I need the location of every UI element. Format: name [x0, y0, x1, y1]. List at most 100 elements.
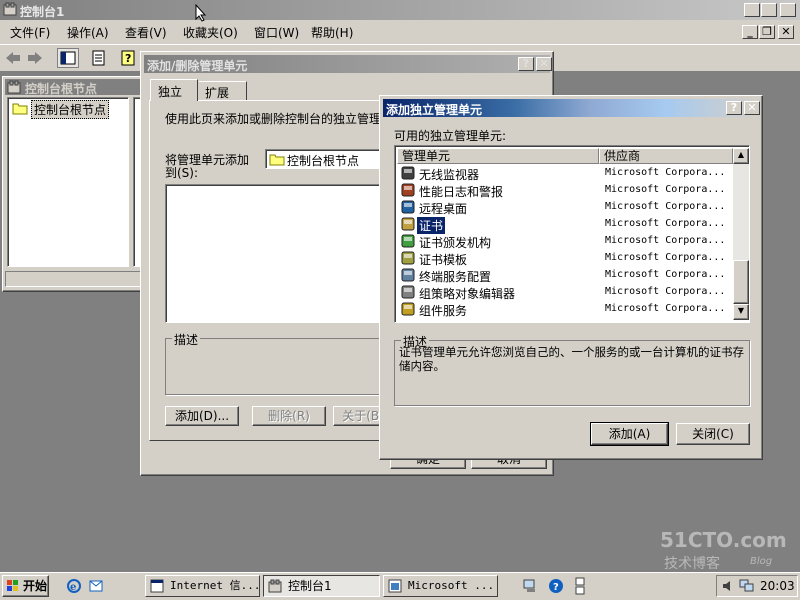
- tab-extensions[interactable]: 扩展: [199, 81, 247, 100]
- add-to-value: 控制台根节点: [287, 154, 360, 168]
- snapin-row[interactable]: 组件服务 Microsoft Corpora...: [397, 301, 733, 318]
- export-list-icon[interactable]: [90, 49, 108, 67]
- certificate-authority-icon: [401, 234, 415, 248]
- menu-view[interactable]: 查看(V): [125, 24, 167, 41]
- system-tray: 20:03: [716, 575, 798, 597]
- menu-action[interactable]: 操作(A): [67, 24, 109, 41]
- snapin-vendor: Microsoft Corpora...: [605, 201, 726, 212]
- tree-window-title: 控制台根节点: [25, 82, 98, 96]
- windows-logo-icon: [6, 579, 20, 593]
- add-standalone-snapin-dialog: 添加独立管理单元 ? ✕ 可用的独立管理单元: 管理单元 供应商 无线监视器 Mi…: [379, 95, 763, 460]
- add-remove-dialog-title-bar[interactable]: 添加/删除管理单元 ? ✕: [144, 55, 552, 73]
- snapin-row[interactable]: 终端服务配置 Microsoft Corpora...: [397, 267, 733, 284]
- scroll-thumb[interactable]: [733, 260, 749, 304]
- console-tree-window: 控制台根节点 控制台根节点: [2, 76, 147, 292]
- snapin-vendor: Microsoft Corpora...: [605, 218, 726, 229]
- tree-root-item[interactable]: 控制台根节点: [31, 100, 110, 119]
- snapin-row[interactable]: 远程桌面 Microsoft Corpora...: [397, 199, 733, 216]
- svg-text:?: ?: [553, 582, 559, 593]
- dialog-close-button[interactable]: ✕: [536, 57, 552, 71]
- close-dialog-button[interactable]: 关闭(C): [676, 423, 750, 445]
- add-to-label-line2: 到(S):: [165, 166, 199, 180]
- snapin-row[interactable]: 证书颁发机构 Microsoft Corpora...: [397, 233, 733, 250]
- snapin-row[interactable]: 组策略对象编辑器 Microsoft Corpora...: [397, 284, 733, 301]
- dialog-close-button[interactable]: ✕: [744, 101, 760, 115]
- network-icon[interactable]: [522, 578, 538, 594]
- svg-text:?: ?: [125, 52, 131, 65]
- certificate-icon: [401, 217, 415, 231]
- snapin-row[interactable]: 证书 Microsoft Corpora...: [397, 216, 733, 234]
- snapin-name: 组件服务: [419, 304, 468, 318]
- forward-arrow-icon[interactable]: [27, 51, 43, 65]
- performance-icon: [401, 183, 415, 197]
- help-button[interactable]: ?: [726, 101, 742, 115]
- start-button[interactable]: 开始: [2, 575, 49, 597]
- menu-favorites[interactable]: 收藏夹(O): [183, 24, 238, 41]
- group-policy-icon: [401, 285, 415, 299]
- scroll-down-button[interactable]: ▼: [733, 304, 749, 320]
- vertical-scrollbar[interactable]: ▲ ▼: [733, 148, 749, 320]
- task-microsoft[interactable]: Microsoft ...: [383, 575, 498, 597]
- menu-bar: 文件(F) 操作(A) 查看(V) 收藏夹(O) 窗口(W) 帮助(H) _ ❐…: [0, 20, 800, 44]
- network-tray-icon[interactable]: [739, 579, 755, 593]
- snapin-name: 远程桌面: [419, 202, 468, 216]
- standalone-dialog-title-bar[interactable]: 添加独立管理单元 ? ✕: [383, 99, 760, 117]
- window-title: 控制台1: [20, 5, 65, 19]
- menu-window[interactable]: 窗口(W): [254, 24, 299, 41]
- help-icon[interactable]: ?: [120, 49, 138, 67]
- close-button[interactable]: ✕: [780, 3, 796, 17]
- column-header-snapin[interactable]: 管理单元: [397, 148, 599, 164]
- restore-button[interactable]: ❐: [761, 3, 777, 17]
- task-internet-explorer[interactable]: Internet 信...: [145, 575, 260, 597]
- add-remove-dialog-title: 添加/删除管理单元: [147, 59, 248, 73]
- outlook-express-icon[interactable]: [88, 578, 104, 594]
- minimize-button[interactable]: _: [744, 3, 760, 17]
- help-button[interactable]: ?: [518, 57, 534, 71]
- folder-icon: [269, 152, 285, 166]
- snapin-name: 组策略对象编辑器: [419, 287, 516, 301]
- task-console1[interactable]: 控制台1: [263, 575, 380, 597]
- child-restore-button[interactable]: ❐: [759, 25, 775, 39]
- snapin-vendor: Microsoft Corpora...: [605, 235, 726, 246]
- internet-explorer-icon[interactable]: e: [66, 578, 82, 594]
- child-minimize-button[interactable]: _: [742, 25, 758, 39]
- terminal-services-icon: [401, 268, 415, 282]
- column-header-snapin-label: 管理单元: [402, 149, 451, 163]
- menu-help[interactable]: 帮助(H): [311, 24, 353, 41]
- snapin-row[interactable]: 证书模板 Microsoft Corpora...: [397, 250, 733, 267]
- add-to-dropdown[interactable]: 控制台根节点: [265, 149, 385, 169]
- snapin-row[interactable]: 无线监视器 Microsoft Corpora...: [397, 165, 733, 182]
- help-center-icon[interactable]: ?: [548, 578, 564, 594]
- child-close-button[interactable]: ✕: [778, 25, 794, 39]
- tab-extensions-label: 扩展: [205, 86, 230, 100]
- status-bar: [5, 271, 144, 287]
- available-snapins-list[interactable]: 管理单元 供应商 无线监视器 Microsoft Corpora... 性能日志和警…: [394, 145, 750, 323]
- task-label: Internet 信...: [170, 579, 260, 592]
- snapin-listbox[interactable]: [165, 184, 390, 323]
- task-label: Microsoft ...: [408, 579, 495, 592]
- main-title-bar[interactable]: 控制台1 _ ❐ ✕: [0, 0, 800, 20]
- available-snapins-label: 可用的独立管理单元:: [394, 129, 507, 143]
- snapin-name: 终端服务配置: [419, 270, 492, 284]
- snapin-name: 性能日志和警报: [419, 185, 504, 199]
- microsoft-window-icon: [388, 579, 402, 593]
- tab-standalone[interactable]: 独立: [150, 79, 198, 101]
- description-text: 证书管理单元允许您浏览自己的、一个服务的或一台计算机的证书存储内容。: [399, 345, 744, 373]
- add-snapin-button[interactable]: 添加(A): [590, 422, 669, 446]
- console-app-icon: [268, 579, 282, 593]
- display-settings-icon[interactable]: [574, 576, 588, 596]
- taskbar: 开始 e Internet 信... 控制台1 Microsoft ... ?: [0, 572, 800, 600]
- remove-button[interactable]: 删除(R): [252, 406, 326, 426]
- show-hide-tree-icon[interactable]: [57, 48, 79, 68]
- scroll-up-button[interactable]: ▲: [733, 148, 749, 164]
- back-arrow-icon[interactable]: [5, 51, 21, 65]
- tree-window-title-bar[interactable]: 控制台根节点: [5, 79, 144, 96]
- remote-desktop-icon: [401, 200, 415, 214]
- volume-icon[interactable]: [721, 579, 735, 593]
- column-header-vendor[interactable]: 供应商: [599, 148, 733, 164]
- menu-file[interactable]: 文件(F): [10, 24, 50, 41]
- snapin-vendor: Microsoft Corpora...: [605, 286, 726, 297]
- component-services-icon: [401, 302, 415, 316]
- snapin-row[interactable]: 性能日志和警报 Microsoft Corpora...: [397, 182, 733, 199]
- add-button[interactable]: 添加(D)...: [165, 406, 239, 426]
